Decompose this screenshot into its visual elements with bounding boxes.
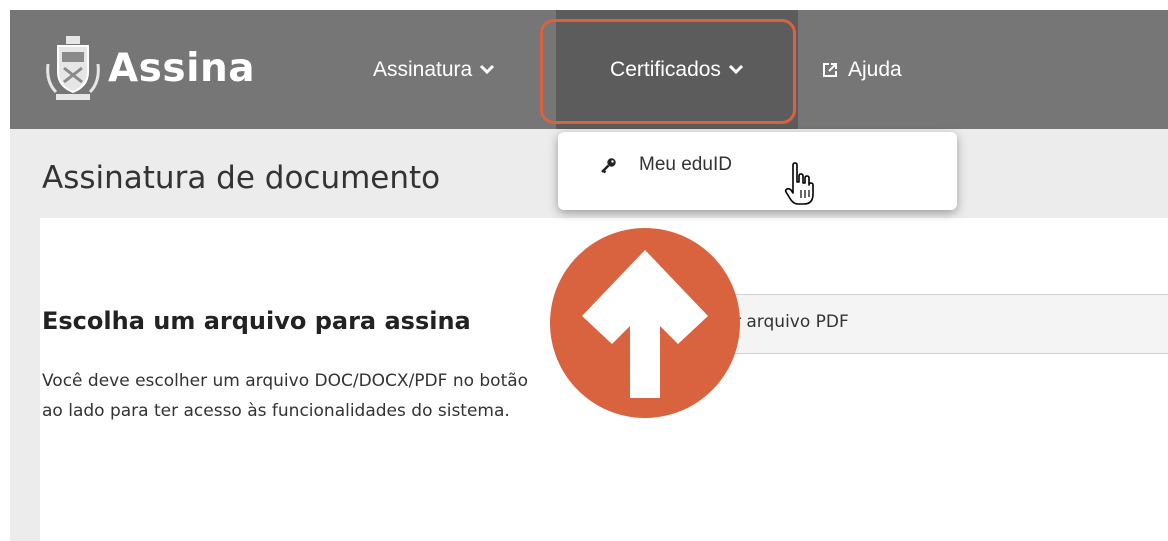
menu-item-meu-eduid-label: Meu eduID bbox=[639, 154, 732, 175]
brand-name: Assina bbox=[108, 45, 256, 91]
menu-item-meu-eduid[interactable]: Meu eduID bbox=[600, 154, 732, 176]
nav-ajuda[interactable]: Ajuda bbox=[822, 10, 902, 129]
key-icon bbox=[601, 157, 616, 173]
nav-ajuda-label: Ajuda bbox=[848, 57, 902, 81]
nav-assinatura[interactable]: Assinatura bbox=[373, 10, 495, 129]
external-link-icon bbox=[823, 62, 837, 77]
chevron-down-icon bbox=[480, 64, 495, 75]
file-select-label: r arquivo PDF bbox=[734, 312, 849, 332]
coat-of-arms-icon bbox=[46, 36, 100, 100]
chevron-down-icon bbox=[728, 64, 743, 75]
arrow-up-annotation-icon bbox=[550, 228, 740, 418]
section-title: Escolha um arquivo para assina bbox=[42, 307, 471, 335]
nav-assinatura-label: Assinatura bbox=[373, 57, 473, 81]
top-navbar: Assina Assinatura Certificados Ajuda bbox=[10, 10, 1168, 129]
page-title: Assinatura de documento bbox=[42, 160, 441, 196]
hand-cursor-icon bbox=[784, 162, 814, 205]
section-description: Você deve escolher um arquivo DOC/DOCX/P… bbox=[42, 371, 529, 421]
nav-certificados-label: Certificados bbox=[610, 57, 721, 81]
certificados-dropdown-menu: Meu eduID bbox=[558, 132, 957, 210]
nav-certificados[interactable]: Certificados bbox=[556, 10, 798, 129]
brand[interactable]: Assina bbox=[44, 28, 255, 108]
